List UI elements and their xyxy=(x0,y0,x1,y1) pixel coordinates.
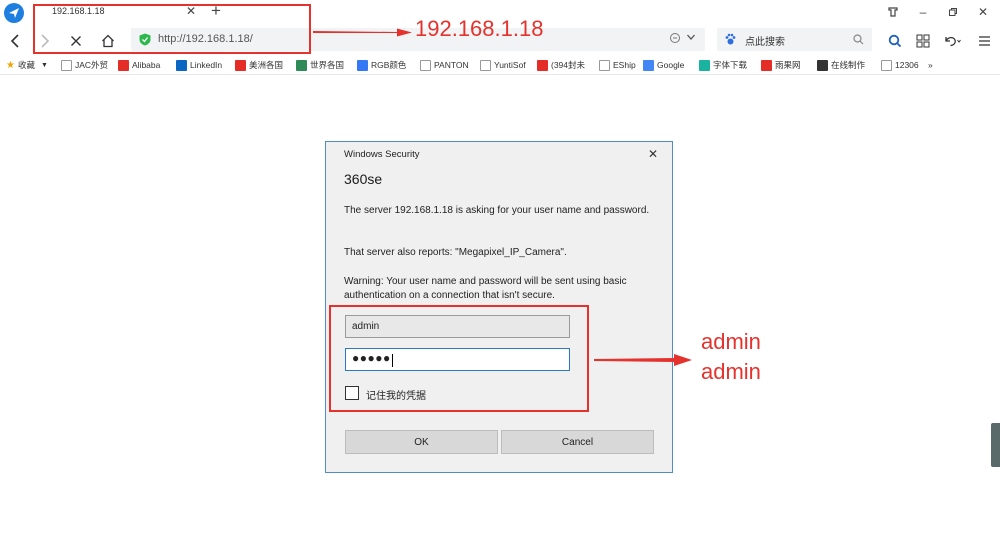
chevron-down-icon: ▼ xyxy=(40,61,48,69)
rgb-icon xyxy=(357,59,368,71)
bookmark-item[interactable]: LinkedIn xyxy=(176,58,230,72)
bookmarks-bar: ★ 收藏 ▼ JAC外贸 Alibaba LinkedIn 美洲各国 世界各国 … xyxy=(0,55,1000,75)
bookmark-item[interactable]: RGB颜色 xyxy=(357,58,407,72)
bookmark-favorites[interactable]: ★ 收藏 ▼ xyxy=(6,58,56,72)
restore-icon[interactable] xyxy=(944,4,962,20)
chevron-left-icon xyxy=(10,34,19,48)
dialog-close-icon[interactable]: ✕ xyxy=(648,147,658,161)
server-realm-message: That server also reports: "Megapixel_IP_… xyxy=(344,247,567,258)
back-button[interactable] xyxy=(4,30,26,52)
bookmark-item[interactable]: 在线制作 xyxy=(817,58,871,72)
side-toolbar-handle[interactable] xyxy=(991,423,1000,467)
bookmark-item[interactable]: 字体下载 xyxy=(699,58,751,72)
cancel-button[interactable]: Cancel xyxy=(501,430,654,454)
green-square-icon xyxy=(296,59,307,71)
star-icon: ★ xyxy=(6,59,15,71)
ok-button[interactable]: OK xyxy=(345,430,498,454)
bookmark-item[interactable]: EShip xyxy=(599,58,639,72)
dragon-icon xyxy=(235,59,246,71)
search-button[interactable] xyxy=(885,31,905,51)
bookmark-item[interactable]: JAC外贸 xyxy=(61,58,111,72)
alibaba-icon xyxy=(118,59,129,71)
minimize-icon[interactable]: – xyxy=(914,4,932,20)
skin-icon[interactable] xyxy=(884,4,902,20)
search-box[interactable]: 点此搜索 xyxy=(717,28,872,51)
menu-button[interactable] xyxy=(974,31,994,51)
username-annotation: admin xyxy=(701,329,761,354)
bookmark-item[interactable]: 12306 xyxy=(881,58,921,72)
hamburger-icon xyxy=(978,36,990,46)
rain-icon xyxy=(761,59,772,71)
font-icon xyxy=(699,59,710,71)
page-icon xyxy=(420,59,431,71)
url-highlight-box xyxy=(33,4,311,54)
dark-square-icon xyxy=(817,59,828,71)
bookmark-item[interactable]: YuntiSof xyxy=(480,58,528,72)
page-icon xyxy=(480,59,491,71)
bookmark-item[interactable]: 世界各国 xyxy=(296,58,348,72)
paper-plane-icon xyxy=(9,8,19,18)
linkedin-icon xyxy=(176,59,187,71)
url-arrow-icon xyxy=(313,28,412,37)
credentials-highlight-box xyxy=(329,305,589,412)
mail-icon xyxy=(537,59,548,71)
page-icon xyxy=(881,59,892,71)
url-dropdown-icon[interactable] xyxy=(686,32,696,45)
apps-grid-button[interactable] xyxy=(913,31,933,51)
search-magnifier-icon[interactable] xyxy=(853,34,864,45)
bookmarks-overflow-button[interactable]: » xyxy=(928,58,942,72)
server-request-message: The server 192.168.1.18 is asking for yo… xyxy=(344,205,650,216)
bookmark-item[interactable]: Alibaba xyxy=(118,58,168,72)
bookmark-item[interactable]: PANTON xyxy=(420,58,468,72)
search-placeholder: 点此搜索 xyxy=(745,37,785,48)
baidu-paw-icon xyxy=(725,33,736,45)
screen: 192.168.1.18 ✕ + – ✕ http://192.168.1.18… xyxy=(0,0,1000,539)
search-icon xyxy=(888,34,902,48)
dialog-title: Windows Security xyxy=(344,149,420,160)
bookmark-item[interactable]: (394封未 xyxy=(537,58,587,72)
browser-logo-icon[interactable] xyxy=(4,3,24,23)
reader-icon[interactable] xyxy=(669,32,681,47)
undo-close-button[interactable] xyxy=(942,31,962,51)
dialog-app-name: 360se xyxy=(344,171,383,187)
page-icon xyxy=(61,59,72,71)
close-window-icon[interactable]: ✕ xyxy=(974,4,992,20)
undo-icon xyxy=(945,36,961,47)
grid-icon xyxy=(916,34,930,48)
bookmark-item[interactable]: 美洲各国 xyxy=(235,58,285,72)
password-annotation: admin xyxy=(701,359,761,384)
page-icon xyxy=(599,59,610,71)
credentials-arrow-icon xyxy=(594,354,692,366)
url-annotation: 192.168.1.18 xyxy=(415,16,544,41)
security-warning-message: Warning: Your user name and password wil… xyxy=(344,276,627,301)
google-icon xyxy=(643,59,654,71)
bookmark-item[interactable]: 雨果网 xyxy=(761,58,806,72)
bookmark-item[interactable]: Google xyxy=(643,58,689,72)
